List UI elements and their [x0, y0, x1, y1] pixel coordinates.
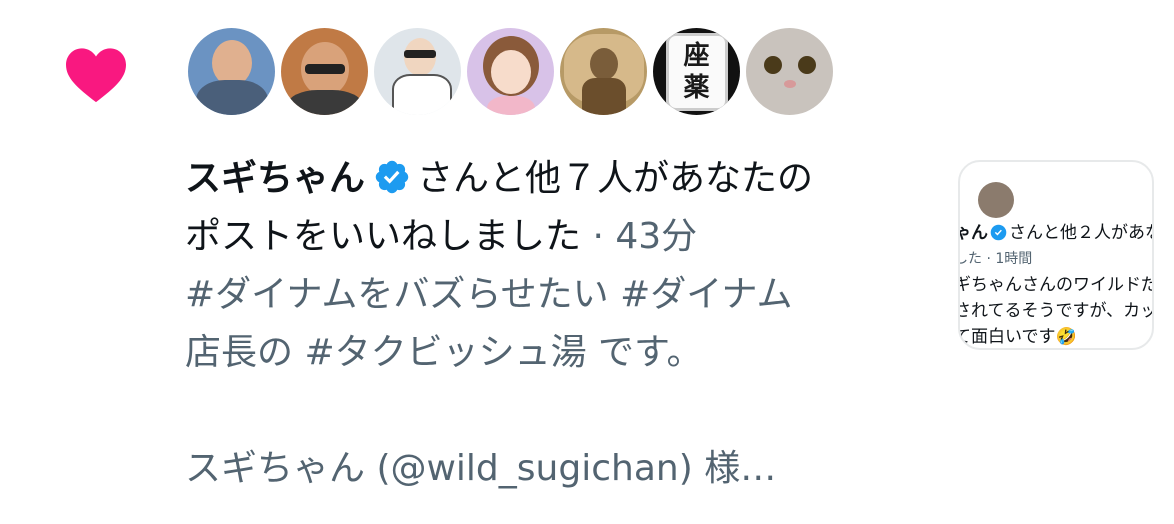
thumbnail-text: ゃん さんと他２人があな した · 1時間 ギちゃんさんのワイルドだ されてるそう… — [958, 220, 1154, 348]
thumbnail-line-4: されてるそうですが、カッ — [958, 301, 1154, 321]
avatar[interactable] — [560, 28, 647, 115]
mahjong-tile-icon: 座 薬 — [665, 32, 728, 111]
thumbnail-name: ゃん — [960, 223, 988, 243]
separator: · — [581, 216, 616, 257]
avatar[interactable] — [467, 28, 554, 115]
liker-avatars: 座 薬 — [188, 28, 833, 115]
thumbnail-line-3: ギちゃんさんのワイルドだ — [958, 275, 1154, 295]
action-text-1: さんと他７人があなたの — [417, 158, 814, 199]
thumbnail-line-5: て面白いです🤣 — [958, 327, 1077, 347]
timestamp: 43分 — [615, 216, 698, 257]
verified-badge-icon — [375, 160, 409, 194]
post-text-line-3: スギちゃん (@wild_sugichan) 様… — [185, 448, 777, 489]
avatar[interactable] — [188, 28, 275, 115]
thumbnail-avatar — [978, 182, 1014, 218]
verified-badge-icon — [990, 224, 1007, 241]
post-text-line-2: 店長の #タクビッシュ湯 です。 — [185, 332, 703, 373]
post-text-line-1: #ダイナムをバズらせたい #ダイナム — [185, 274, 793, 315]
notification-content[interactable]: スギちゃん さんと他７人があなたの ポストをいいねしました · 43分 #ダイナ… — [185, 150, 925, 498]
notification-headline: スギちゃん さんと他７人があなたの — [185, 150, 925, 208]
avatar[interactable]: 座 薬 — [653, 28, 740, 115]
avatar[interactable] — [374, 28, 461, 115]
thumbnail-line-2: した · 1時間 — [958, 251, 1033, 267]
notification-headline-2: ポストをいいねしました · 43分 — [185, 208, 925, 266]
thumbnail-line-1: さんと他２人があな — [1009, 223, 1154, 243]
actor-name[interactable]: スギちゃん — [185, 158, 365, 199]
avatar[interactable] — [281, 28, 368, 115]
heart-icon — [66, 48, 126, 103]
post-thumbnail[interactable]: ゃん さんと他２人があな した · 1時間 ギちゃんさんのワイルドだ されてるそう… — [958, 160, 1154, 350]
action-text-2: ポストをいいねしました — [185, 216, 582, 257]
avatar[interactable] — [746, 28, 833, 115]
